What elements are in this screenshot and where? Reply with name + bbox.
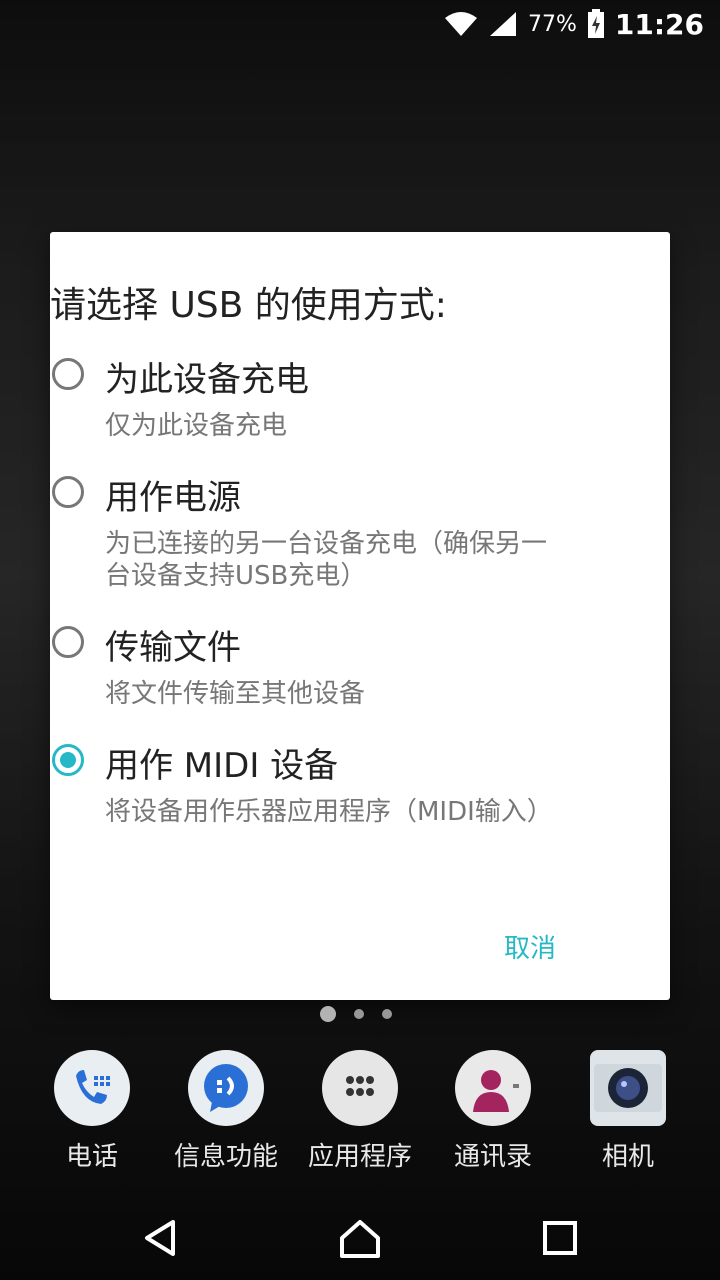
dock-app-drawer[interactable]: 应用程序: [295, 1050, 425, 1173]
option-description: 将文件传输至其他设备: [105, 679, 366, 709]
page-dot: [354, 1009, 364, 1019]
usb-mode-dialog: [50, 232, 670, 1000]
status-bar: 77% 11:26: [0, 0, 720, 48]
dock-label: 电话: [65, 1142, 118, 1172]
dock-label: 相机: [601, 1142, 654, 1172]
page-dot-active: [320, 1006, 336, 1022]
wifi-icon: [444, 10, 478, 38]
dialog-title: 请选择 USB 的使用方式:: [50, 285, 447, 326]
option-description: 仅为此设备充电: [105, 411, 288, 441]
option-description: 为已连接的另一台设备充电（确保另一台设备支持USB充电）: [105, 529, 548, 591]
option-label: 用作电源: [105, 478, 241, 518]
radio-button[interactable]: [52, 358, 84, 390]
battery-charging-icon: [587, 9, 605, 39]
cancel-button[interactable]: 取消: [504, 928, 556, 965]
battery-percent: 77%: [527, 11, 577, 37]
dock-camera[interactable]: 相机: [563, 1050, 693, 1173]
app-drawer-icon: [322, 1050, 398, 1126]
page-indicator: [320, 1006, 392, 1022]
clock: 11:26: [614, 7, 704, 41]
option-label: 为此设备充电: [105, 360, 309, 400]
dock-contacts[interactable]: 通讯录: [428, 1050, 558, 1173]
option-label: 传输文件: [105, 628, 241, 668]
home-icon[interactable]: [330, 1208, 390, 1268]
dock-label: 应用程序: [307, 1142, 412, 1172]
signal-icon: [488, 10, 518, 38]
phone-icon: [54, 1050, 130, 1126]
option-label: 用作 MIDI 设备: [105, 746, 339, 786]
dock-phone[interactable]: 电话: [27, 1050, 157, 1173]
camera-icon: [590, 1050, 666, 1126]
option-description: 将设备用作乐器应用程序（MIDI输入）: [105, 797, 553, 827]
radio-button[interactable]: [52, 476, 84, 508]
radio-button[interactable]: [52, 626, 84, 658]
back-icon[interactable]: [130, 1208, 190, 1268]
messaging-icon: [188, 1050, 264, 1126]
dock-messaging[interactable]: 信息功能: [161, 1050, 291, 1173]
recents-icon[interactable]: [530, 1208, 590, 1268]
page-dot: [382, 1009, 392, 1019]
dock-label: 信息功能: [173, 1142, 278, 1172]
navigation-bar: [0, 1188, 720, 1280]
radio-button-selected[interactable]: [52, 744, 84, 776]
contacts-icon: [455, 1050, 531, 1126]
dock-label: 通讯录: [453, 1142, 532, 1172]
